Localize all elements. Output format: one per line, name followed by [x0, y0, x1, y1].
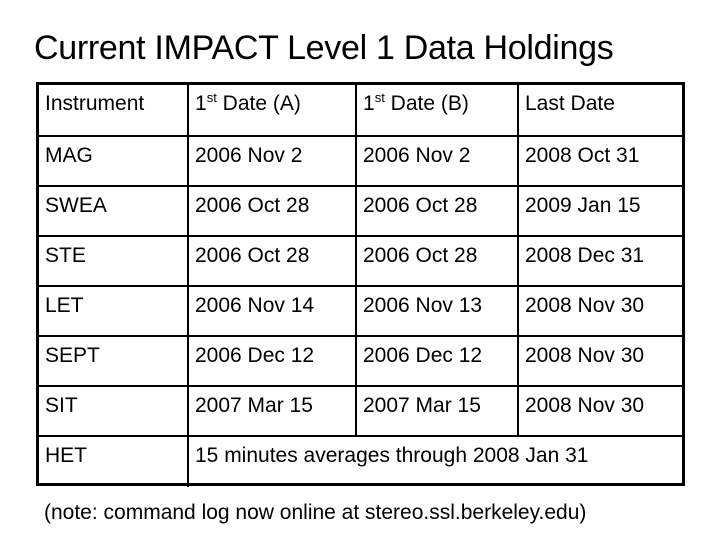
- header-label: Date (B): [384, 92, 469, 115]
- cell-last-date: 2008 Dec 31: [517, 237, 682, 287]
- footnote: (note: command log now online at stereo.…: [44, 501, 587, 524]
- cell-instrument: SWEA: [45, 194, 107, 217]
- cell-first-date-b: 2007 Mar 15: [355, 387, 517, 437]
- table-row-het: HET 15 minutes averages through 2008 Jan…: [39, 435, 682, 487]
- cell-instrument: LET: [45, 294, 84, 317]
- table-header-row: Instrument 1st Date (A) 1st Date (B) Las…: [39, 85, 682, 135]
- cell-first-date-b: 2006 Nov 13: [355, 287, 517, 337]
- cell-first-date-a: 2006 Oct 28: [187, 237, 355, 287]
- header-last-date: Last Date: [517, 85, 682, 135]
- cell-first-date-b: 2006 Nov 2: [355, 137, 517, 187]
- table-row: SWEA 2006 Oct 28 2006 Oct 28 2009 Jan 15: [39, 185, 682, 237]
- cell-last-date: 2008 Oct 31: [517, 137, 682, 187]
- header-instrument: Instrument: [39, 85, 187, 135]
- table-row: MAG 2006 Nov 2 2006 Nov 2 2008 Oct 31: [39, 135, 682, 187]
- header-label: Instrument: [45, 92, 145, 115]
- data-holdings-table: Instrument 1st Date (A) 1st Date (B) Las…: [36, 82, 685, 487]
- cell-instrument: HET: [45, 444, 87, 467]
- cell-instrument: STE: [45, 244, 86, 267]
- cell-last-date: 2008 Nov 30: [517, 287, 682, 337]
- cell-first-date-a: 2006 Oct 28: [187, 187, 355, 237]
- header-ordinal: 1: [363, 92, 375, 115]
- cell-last-date: 2008 Nov 30: [517, 387, 682, 437]
- header-label: Last Date: [525, 92, 615, 115]
- cell-instrument: MAG: [45, 144, 93, 167]
- cell-first-date-a: 2007 Mar 15: [187, 387, 355, 437]
- header-superscript: st: [206, 90, 217, 105]
- cell-het-note: 15 minutes averages through 2008 Jan 31: [187, 437, 682, 487]
- cell-instrument: SIT: [45, 394, 78, 417]
- cell-first-date-a: 2006 Nov 2: [187, 137, 355, 187]
- page-title: Current IMPACT Level 1 Data Holdings: [34, 29, 614, 67]
- cell-instrument: SEPT: [45, 344, 100, 367]
- cell-last-date: 2009 Jan 15: [517, 187, 682, 237]
- table-row: SEPT 2006 Dec 12 2006 Dec 12 2008 Nov 30: [39, 335, 682, 387]
- cell-first-date-a: 2006 Nov 14: [187, 287, 355, 337]
- header-first-date-a: 1st Date (A): [187, 85, 355, 135]
- header-ordinal: 1: [195, 92, 207, 115]
- header-superscript: st: [374, 90, 385, 105]
- table-row: LET 2006 Nov 14 2006 Nov 13 2008 Nov 30: [39, 285, 682, 337]
- cell-first-date-b: 2006 Oct 28: [355, 187, 517, 237]
- cell-first-date-a: 2006 Dec 12: [187, 337, 355, 387]
- table-row: STE 2006 Oct 28 2006 Oct 28 2008 Dec 31: [39, 235, 682, 287]
- header-label: Date (A): [216, 92, 301, 115]
- table-row: SIT 2007 Mar 15 2007 Mar 15 2008 Nov 30: [39, 385, 682, 437]
- cell-last-date: 2008 Nov 30: [517, 337, 682, 387]
- cell-first-date-b: 2006 Oct 28: [355, 237, 517, 287]
- cell-first-date-b: 2006 Dec 12: [355, 337, 517, 387]
- header-first-date-b: 1st Date (B): [355, 85, 517, 135]
